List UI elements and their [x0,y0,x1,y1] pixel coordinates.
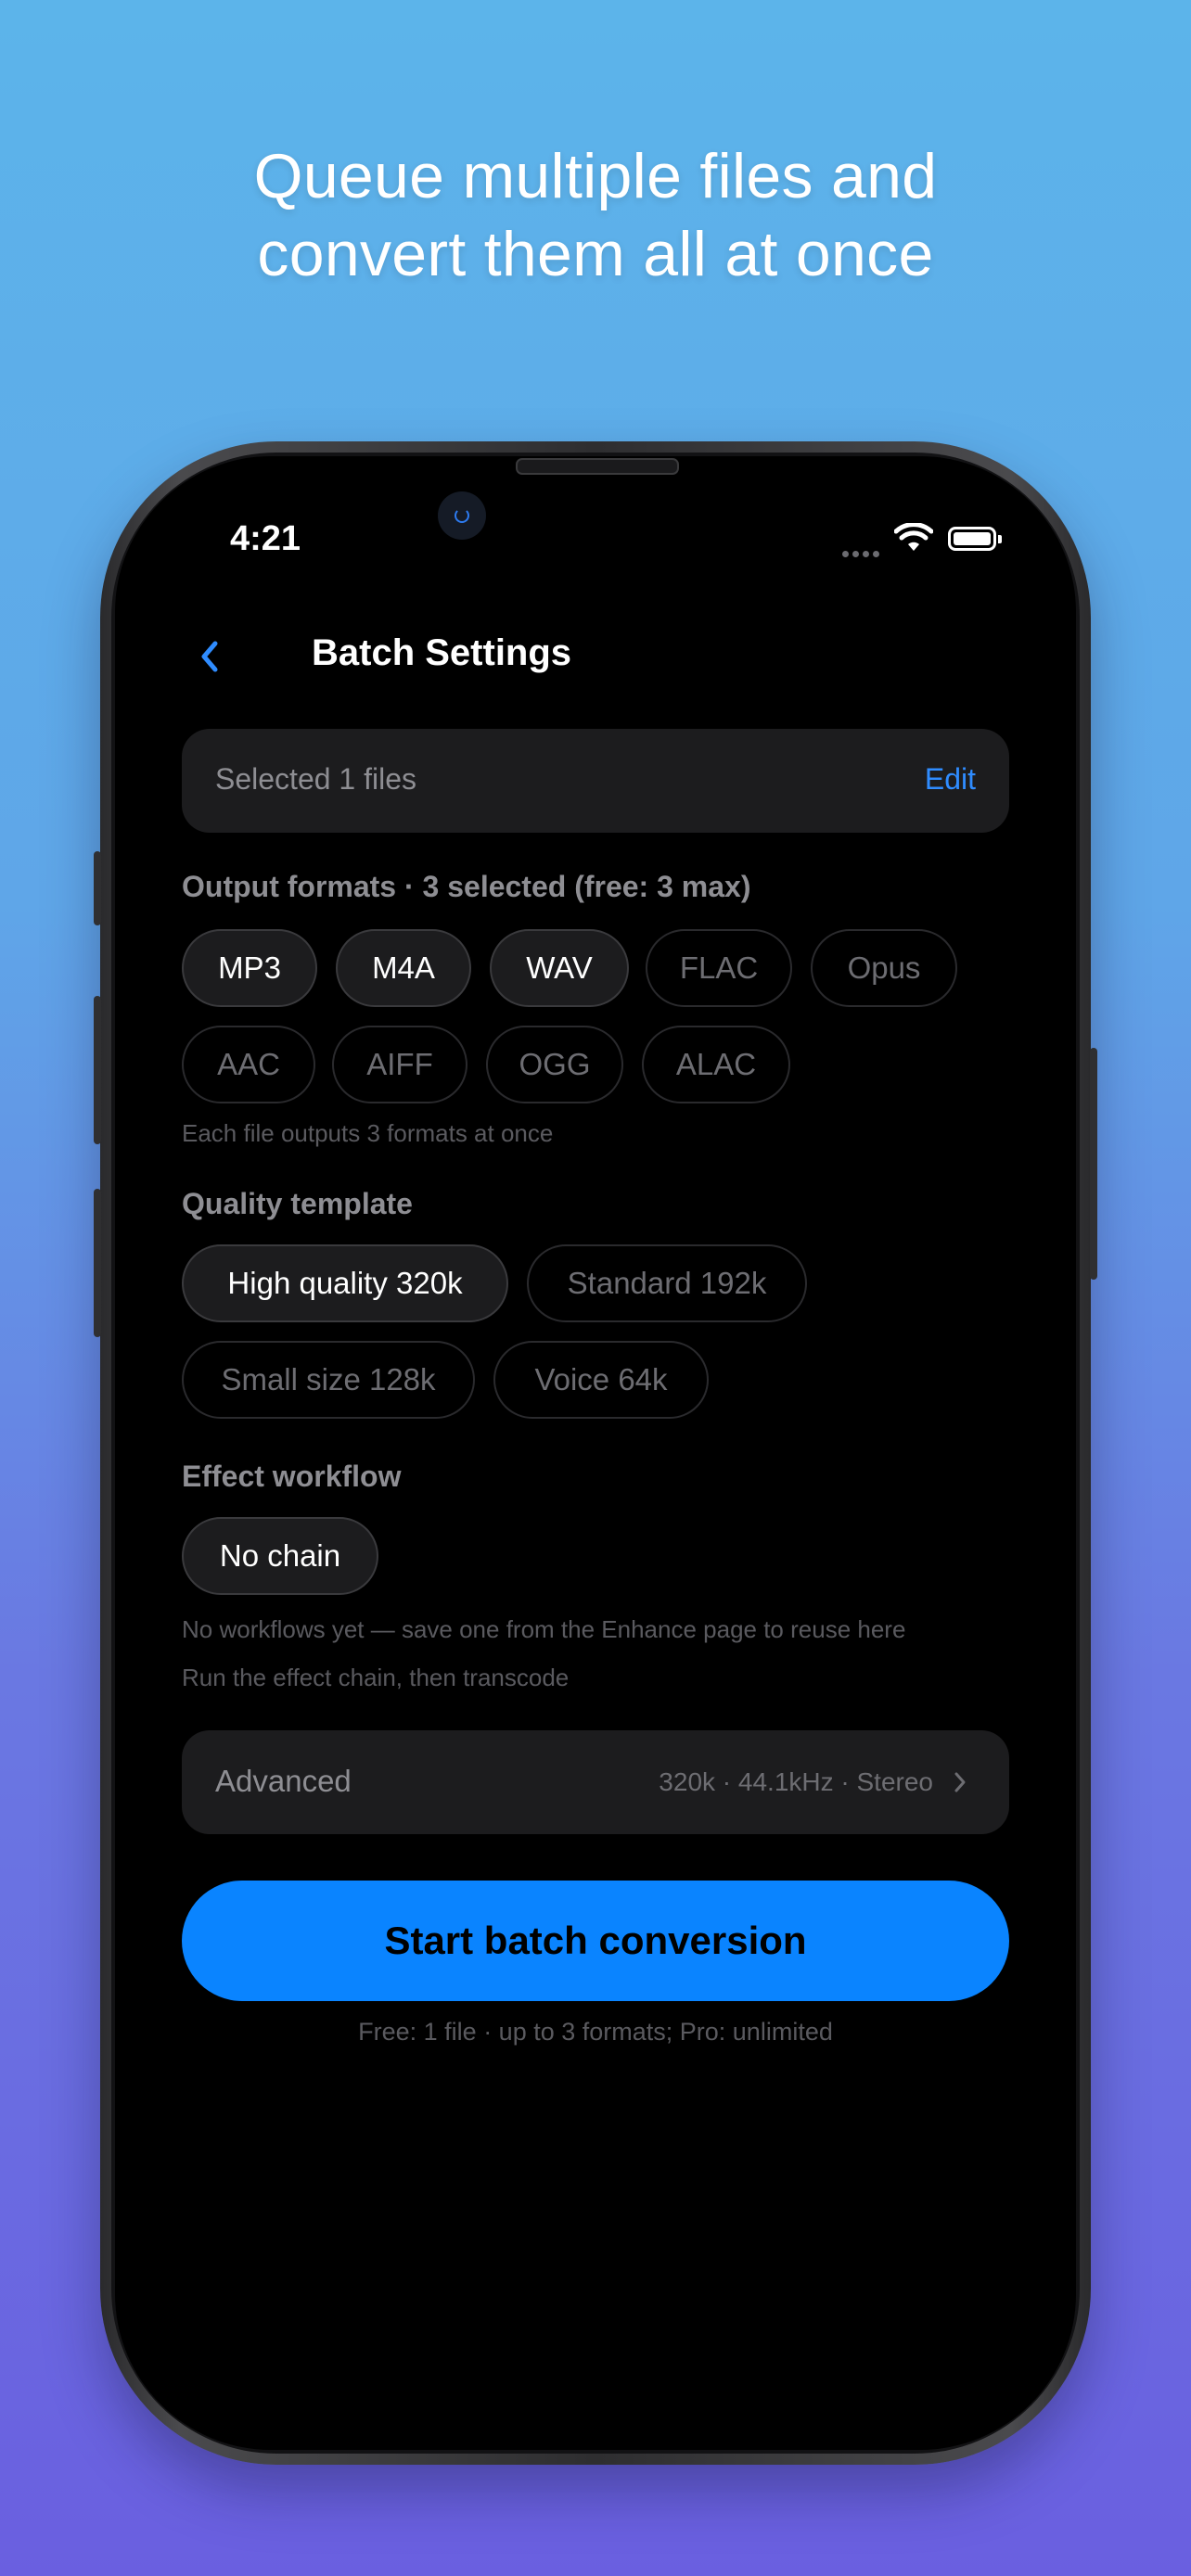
camera-lens [455,508,469,523]
plan-limits-note: Free: 1 file · up to 3 formats; Pro: unl… [358,2018,833,2046]
workflow-chip-no-chain[interactable]: No chain [182,1517,378,1595]
status-time: 4:21 [230,519,301,558]
silent-switch [94,851,101,925]
page-title: Batch Settings [312,632,572,673]
format-chip-ogg[interactable]: OGG [486,1026,623,1103]
signal-dots-icon [842,545,883,562]
advanced-settings-row[interactable]: Advanced 320k · 44.1kHz · Stereo [182,1730,1009,1834]
format-chip-aiff[interactable]: AIFF [332,1026,467,1103]
format-chip-mp3[interactable]: MP3 [182,929,317,1007]
wifi-icon [894,523,933,551]
edit-files-button[interactable]: Edit [925,762,976,797]
advanced-summary: 320k · 44.1kHz · Stereo [659,1767,933,1796]
chevron-right-icon [954,1772,966,1792]
quality-template-label: Quality template [182,1187,413,1220]
power-button [1090,1048,1097,1280]
format-chip-aac[interactable]: AAC [182,1026,315,1103]
format-chip-flac[interactable]: FLAC [646,929,792,1007]
battery-icon [948,527,996,551]
output-formats-label: Output formats · 3 selected (free: 3 max… [182,870,751,903]
workflow-run-hint: Run the effect chain, then transcode [182,1664,570,1691]
front-camera-icon [438,491,486,540]
battery-tip [998,535,1002,543]
headline-line-2: convert them all at once [257,219,934,289]
quality-chip-high-320k[interactable]: High quality 320k [182,1244,508,1322]
quality-chip-voice-64k[interactable]: Voice 64k [493,1341,709,1419]
format-chip-wav[interactable]: WAV [490,929,629,1007]
selected-files-label: Selected 1 files [215,762,417,796]
marketing-headline: Queue multiple files and convert them al… [0,137,1191,293]
volume-up-button [94,996,101,1144]
workflow-empty-hint: No workflows yet — save one from the Enh… [182,1615,906,1643]
format-chip-m4a[interactable]: M4A [336,929,471,1007]
quality-chip-standard-192k[interactable]: Standard 192k [527,1244,807,1322]
format-chip-opus[interactable]: Opus [811,929,957,1007]
start-batch-conversion-button[interactable]: Start batch conversion [182,1881,1009,2001]
format-chip-alac[interactable]: ALAC [642,1026,790,1103]
advanced-label: Advanced [215,1764,352,1798]
chevron-left-icon[interactable] [197,638,223,675]
volume-down-button [94,1189,101,1337]
selected-files-card: Selected 1 files Edit [182,729,1009,833]
effect-workflow-label: Effect workflow [182,1460,402,1493]
headline-line-1: Queue multiple files and [253,141,938,211]
earpiece-speaker [516,458,679,475]
quality-chip-small-128k[interactable]: Small size 128k [182,1341,475,1419]
formats-hint: Each file outputs 3 formats at once [182,1119,554,1147]
